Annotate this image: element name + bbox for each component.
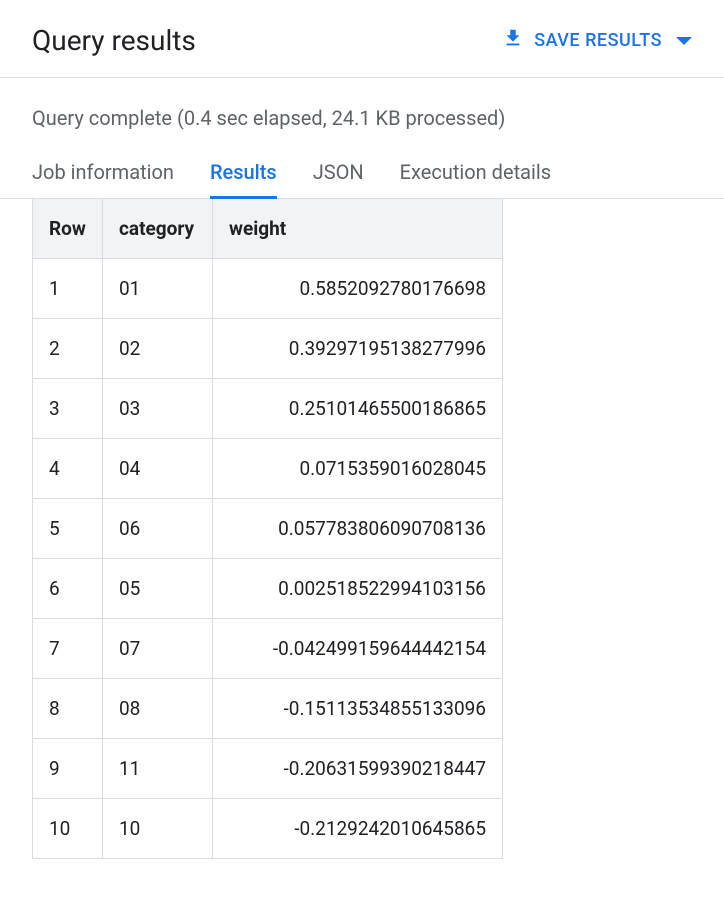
cell-category: 05 [103,559,213,619]
cell-category: 07 [103,619,213,679]
table-row: 1010.5852092780176698 [33,259,503,319]
cell-category: 06 [103,499,213,559]
cell-row: 6 [33,559,103,619]
cell-category: 04 [103,439,213,499]
table-row: 3030.25101465500186865 [33,379,503,439]
tab-job-information[interactable]: Job information [32,148,174,199]
cell-category: 10 [103,799,213,859]
table-header-row: Row category weight [33,199,503,259]
tabs: Job information Results JSON Execution d… [0,148,724,199]
results-table: Row category weight 1010.585209278017669… [32,199,503,859]
column-header-row: Row [33,199,103,259]
table-row: 1010-0.2129242010645865 [33,799,503,859]
cell-row: 4 [33,439,103,499]
table-row: 911-0.20631599390218447 [33,739,503,799]
table-row: 5060.057783806090708136 [33,499,503,559]
cell-row: 2 [33,319,103,379]
cell-weight: 0.002518522994103156 [213,559,503,619]
tab-execution-details[interactable]: Execution details [400,148,551,199]
cell-category: 11 [103,739,213,799]
cell-row: 8 [33,679,103,739]
cell-row: 3 [33,379,103,439]
cell-row: 5 [33,499,103,559]
save-results-button[interactable]: SAVE RESULTS [502,27,692,54]
save-results-label: SAVE RESULTS [534,30,662,51]
cell-weight: -0.15113534855133096 [213,679,503,739]
results-table-container: Row category weight 1010.585209278017669… [0,199,724,859]
cell-weight: 0.39297195138277996 [213,319,503,379]
cell-row: 10 [33,799,103,859]
table-row: 808-0.15113534855133096 [33,679,503,739]
chevron-down-icon [676,37,692,45]
table-row: 707-0.042499159644442154 [33,619,503,679]
tab-results[interactable]: Results [210,148,277,199]
page-title: Query results [32,24,196,57]
cell-weight: 0.057783806090708136 [213,499,503,559]
header: Query results SAVE RESULTS [0,0,724,78]
table-row: 2020.39297195138277996 [33,319,503,379]
download-icon [502,27,524,54]
cell-row: 9 [33,739,103,799]
cell-weight: 0.5852092780176698 [213,259,503,319]
table-row: 4040.0715359016028045 [33,439,503,499]
cell-row: 7 [33,619,103,679]
cell-category: 02 [103,319,213,379]
cell-row: 1 [33,259,103,319]
cell-weight: -0.20631599390218447 [213,739,503,799]
cell-category: 08 [103,679,213,739]
cell-category: 03 [103,379,213,439]
cell-weight: 0.0715359016028045 [213,439,503,499]
cell-category: 01 [103,259,213,319]
column-header-weight: weight [213,199,503,259]
tab-json[interactable]: JSON [313,148,364,199]
cell-weight: 0.25101465500186865 [213,379,503,439]
column-header-category: category [103,199,213,259]
query-status: Query complete (0.4 sec elapsed, 24.1 KB… [0,78,724,148]
cell-weight: -0.2129242010645865 [213,799,503,859]
table-row: 6050.002518522994103156 [33,559,503,619]
cell-weight: -0.042499159644442154 [213,619,503,679]
